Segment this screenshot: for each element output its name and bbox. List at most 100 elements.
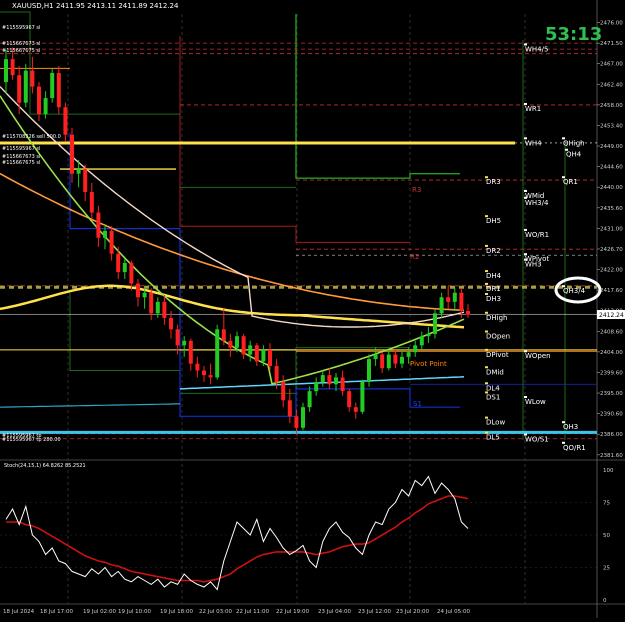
candle-body-18 [122,262,127,273]
candle-body-19 [129,262,134,284]
price-tick-label-16: 2404.00 [600,350,623,356]
candle-body-0 [4,59,8,83]
candle-body-22 [149,292,154,314]
price-tick-label-8: 2440.00 [600,185,623,191]
order-label-3: #115708326 sell 500.0 [2,134,61,140]
candle-body-57 [380,354,385,369]
candle-body-51 [340,377,345,392]
price-tick-label-6: 2449.00 [600,144,623,150]
chart-window: WH4/5 WR1 WH4 QHigh QH4 DR3 QR1 WMid WH3/4 DH5 WO/… [0,0,625,618]
candle-body-3 [23,70,28,103]
candle-body-13 [89,191,94,213]
candle-body-29 [195,363,200,371]
time-label-8: 23 Jul 04:00 [318,609,351,615]
candle-body-10 [70,134,74,174]
level-label-24: DS1 [486,393,500,401]
level-label-4: QH4 [566,151,582,159]
candle-body-9 [63,107,68,135]
level-label-0: WH4/5 [525,45,548,53]
candle-body-65 [433,313,437,334]
level-label-22: DMid [486,368,504,376]
candle-body-70 [466,311,470,315]
candle-body-42 [281,381,286,401]
level-label-16: QH3/4 [563,287,586,295]
candle-body-34 [228,340,233,348]
time-label-3: 19 Jul 10:00 [118,609,151,615]
level-label-26: DLow [486,419,505,427]
time-label-2: 19 Jul 02:00 [83,609,116,615]
level-label-5: DR3 [486,178,501,186]
chart-title: XAUUSD,H1 [12,2,54,10]
candle-body-40 [268,349,272,366]
level-label-6: QR1 [563,178,578,186]
price-tick-label-13: 2417.60 [600,288,623,294]
price-tick-label-7: 2444.60 [600,165,623,171]
price-tick-label-20: 2386.00 [600,432,623,438]
price-chart[interactable]: WH4/5WR1WH4 QHighQH4DR3 QR1WMidWH3/4DH5WO/… [0,0,625,618]
r3-label: R3 [412,186,421,194]
price-tick-label-0: 2476.00 [600,21,623,27]
candle-body-44 [294,416,299,428]
time-label-9: 23 Jul 12:00 [358,609,391,615]
stoch-tick-label-0: 100 [603,468,614,474]
current-price: 2412.24 [599,312,624,319]
candle-body-47 [314,381,319,392]
order-label-8: #115595967 tp 280.00 [2,437,61,443]
level-label-21: WOpen [525,352,551,360]
candle-body-11 [76,169,81,174]
level-label-29: WO/S1 [525,436,549,444]
price-tick-label-4: 2458.00 [600,103,623,109]
order-label-1: #115667673 sl [2,41,40,47]
candle-body-32 [215,329,220,378]
stoch-tick-label-4: 0 [603,598,607,604]
level-label-23: DL4 [486,384,500,392]
candle-body-31 [208,375,213,378]
level-label-17: DH3 [486,295,501,303]
order-label-4: #115595967 sl [2,146,40,152]
candle-body-48 [320,375,325,382]
price-tick-label-5: 2453.40 [600,123,623,129]
candle-body-8 [56,72,61,108]
candle-body-25 [169,317,173,330]
price-tick-label-18: 2395.00 [600,391,623,397]
level-label-30: QO/R1 [563,444,586,452]
price-tick-label-3: 2462.40 [600,82,623,88]
level-label-13: WH3 [525,261,542,269]
price-tick-label-21: 2381.60 [600,453,623,459]
candle-body-62 [413,345,418,353]
candle-body-6 [43,98,48,115]
s1-label: S1 [413,400,422,408]
candle-body-60 [400,356,404,364]
candle-body-66 [439,297,444,314]
level-label-15: DR1 [486,285,501,293]
order-label-6: #115667675 sl [2,160,40,166]
time-label-7: 22 Jul 19:00 [276,609,309,615]
level-label-9: DH5 [486,217,501,225]
level-label-1: WR1 [525,105,541,113]
time-label-0: 18 Jul 2024 [3,609,35,615]
candle-body-38 [254,345,259,362]
candle-body-12 [83,169,88,192]
price-tick-label-11: 2426.70 [600,247,623,253]
time-label-10: 23 Jul 20:00 [396,609,429,615]
time-label-5: 22 Jul 03:00 [199,609,232,615]
level-label-11: DR2 [486,247,501,255]
r2-label: R2 [410,253,419,261]
candle-body-64 [426,333,431,337]
candle-body-61 [406,352,411,357]
candle-body-49 [327,375,332,385]
candle-body-4 [30,70,35,87]
candle-body-58 [386,354,391,369]
time-label-1: 18 Jul 17:00 [40,609,73,615]
candle-body-23 [155,301,160,314]
level-label-18: DHigh [486,314,507,322]
candle-body-2 [17,75,22,103]
candle-body-41 [274,365,279,382]
candle-body-33 [221,329,226,341]
candle-body-56 [373,354,378,360]
candle-body-27 [182,340,187,346]
candle-body-55 [367,359,371,382]
candle-body-37 [248,345,253,355]
stoch-tick-label-1: 75 [603,501,610,507]
time-label-11: 24 Jul 05:00 [437,609,470,615]
